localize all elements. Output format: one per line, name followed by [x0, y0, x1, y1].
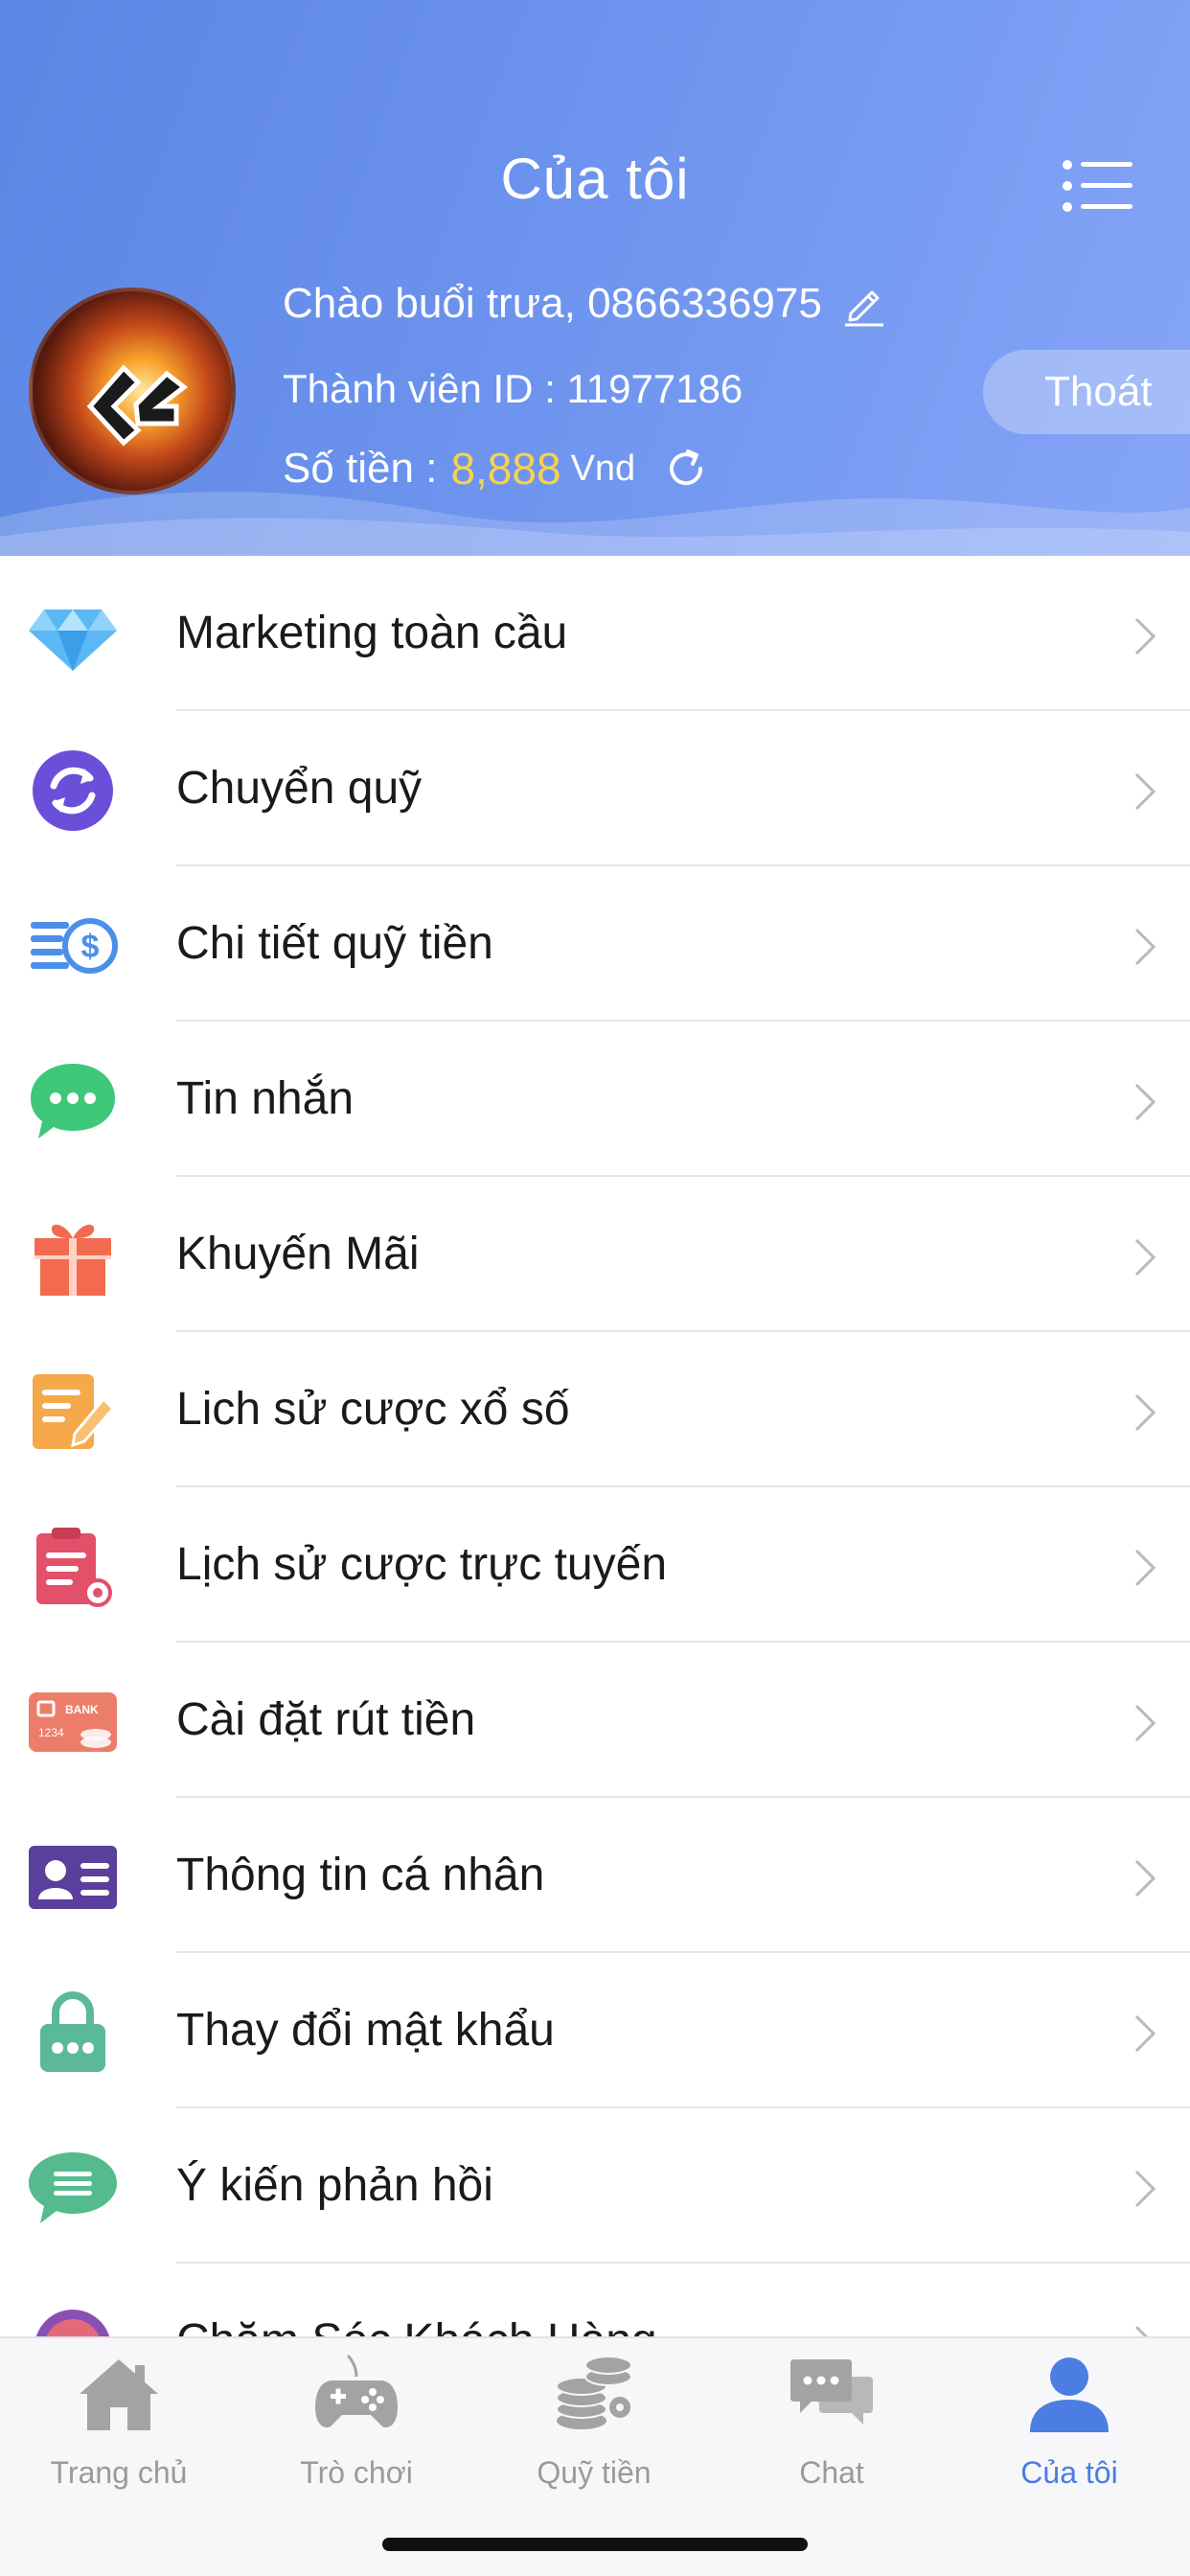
- message-icon: [31, 1064, 115, 1138]
- tab-games[interactable]: Trò chơi: [238, 2338, 475, 2530]
- lock-icon: [40, 1991, 105, 2072]
- menu-item-label: Cài đặt rút tiền: [176, 1694, 476, 1745]
- menu-item-change-password[interactable]: Thay đổi mật khẩu: [0, 1953, 1190, 2108]
- menu-item-label: Chuyển quỹ: [176, 763, 423, 814]
- svg-text:1234: 1234: [38, 1726, 64, 1739]
- menu-item-promotions[interactable]: Khuyến Mãi: [0, 1177, 1190, 1332]
- menu-item-customer-care[interactable]: Chăm Sóc Khách Hàng: [0, 2264, 1190, 2336]
- chevron-right-icon: [1134, 1083, 1156, 1121]
- customer-care-icon: [35, 2310, 110, 2336]
- tab-home[interactable]: Trang chủ: [0, 2338, 238, 2530]
- transfer-icon: [33, 750, 113, 831]
- menu-item-label: Chi tiết quỹ tiền: [176, 918, 493, 969]
- tab-funds[interactable]: Quỹ tiền: [475, 2338, 713, 2530]
- header-wave: [0, 492, 1190, 556]
- coins-icon: [556, 2356, 632, 2429]
- menu-item-label: Lich sử cược xổ số: [176, 1384, 570, 1435]
- menu-item-label: Thông tin cá nhân: [176, 1850, 545, 1900]
- avatar[interactable]: [29, 288, 236, 494]
- menu-item-label: Marketing toàn cầu: [176, 608, 568, 658]
- chevron-right-icon: [1134, 2014, 1156, 2053]
- lottery-history-icon: [33, 1374, 116, 1449]
- tab-label: Trang chủ: [50, 2455, 188, 2490]
- chevron-right-icon: [1134, 1859, 1156, 1898]
- menu-item-label: Chăm Sóc Khách Hàng: [176, 2264, 657, 2336]
- fund-details-icon: $: [31, 918, 118, 974]
- home-indicator: [382, 2538, 808, 2551]
- menu-item-withdrawal-settings[interactable]: BANK 1234 Cài đặt rút tiền: [0, 1643, 1190, 1798]
- menu-item-fund-details[interactable]: $ Chi tiết quỹ tiền: [0, 866, 1190, 1022]
- menu-item-label: Lịch sử cược trực tuyến: [176, 1539, 668, 1590]
- chevron-right-icon: [1134, 2170, 1156, 2208]
- tab-chat[interactable]: Chat: [713, 2338, 950, 2530]
- chat-icon: [790, 2359, 873, 2425]
- member-id: Thành viên ID : 11977186: [283, 366, 744, 411]
- user-icon: [1030, 2358, 1109, 2432]
- bank-card-icon: BANK 1234: [29, 1692, 117, 1752]
- tab-label: Của tôi: [1020, 2455, 1118, 2490]
- menu-list: Marketing toàn cầu Chuyển quỹ $ Chi tiết…: [0, 556, 1190, 2336]
- tab-label: Quỹ tiền: [537, 2455, 652, 2490]
- chevron-right-icon: [1134, 2325, 1149, 2336]
- menu-item-label: Ý kiến phản hồi: [176, 2160, 493, 2211]
- feedback-icon: [29, 2152, 117, 2223]
- menu-item-online-bet-history[interactable]: Lịch sử cược trực tuyến: [0, 1487, 1190, 1643]
- menu-item-transfer[interactable]: Chuyển quỹ: [0, 711, 1190, 866]
- home-icon: [80, 2359, 158, 2430]
- menu-item-messages[interactable]: Tin nhắn: [0, 1022, 1190, 1177]
- id-card-icon: [29, 1846, 117, 1909]
- diamond-icon: [29, 610, 117, 671]
- tab-label: Chat: [799, 2455, 864, 2490]
- gift-icon: [34, 1224, 111, 1296]
- avatar-logo-icon: [86, 364, 189, 447]
- chevron-right-icon: [1134, 928, 1156, 966]
- tab-profile[interactable]: Của tôi: [950, 2338, 1188, 2530]
- svg-text:BANK: BANK: [65, 1703, 99, 1716]
- chevron-right-icon: [1134, 1238, 1156, 1276]
- menu-item-personal-info[interactable]: Thông tin cá nhân: [0, 1798, 1190, 1953]
- menu-item-feedback[interactable]: Ý kiến phản hồi: [0, 2108, 1190, 2264]
- chevron-right-icon: [1134, 1393, 1156, 1432]
- chevron-right-icon: [1134, 1704, 1156, 1742]
- menu-item-label: Thay đổi mật khẩu: [176, 2005, 555, 2056]
- tab-label: Trò chơi: [300, 2455, 413, 2490]
- svg-text:$: $: [81, 929, 100, 965]
- menu-item-lottery-history[interactable]: Lich sử cược xổ số: [0, 1332, 1190, 1487]
- list-menu-icon[interactable]: [1062, 157, 1134, 215]
- online-bet-history-icon: [36, 1528, 112, 1607]
- chevron-right-icon: [1134, 772, 1156, 811]
- gamepad-icon: [315, 2354, 398, 2428]
- menu-item-label: Khuyến Mãi: [176, 1229, 420, 1279]
- menu-item-marketing[interactable]: Marketing toàn cầu: [0, 556, 1190, 711]
- greeting-text: Chào buổi trưa, 0866336975: [283, 280, 822, 327]
- chevron-right-icon: [1134, 617, 1156, 656]
- menu-item-label: Tin nhắn: [176, 1073, 355, 1124]
- chevron-right-icon: [1134, 1549, 1156, 1587]
- edit-icon[interactable]: [841, 281, 887, 327]
- logout-button[interactable]: Thoát: [983, 350, 1190, 434]
- page-title: Của tôi: [500, 147, 690, 211]
- profile-header: Của tôi Chào buổi trưa, 0866336975 Thành…: [0, 0, 1190, 556]
